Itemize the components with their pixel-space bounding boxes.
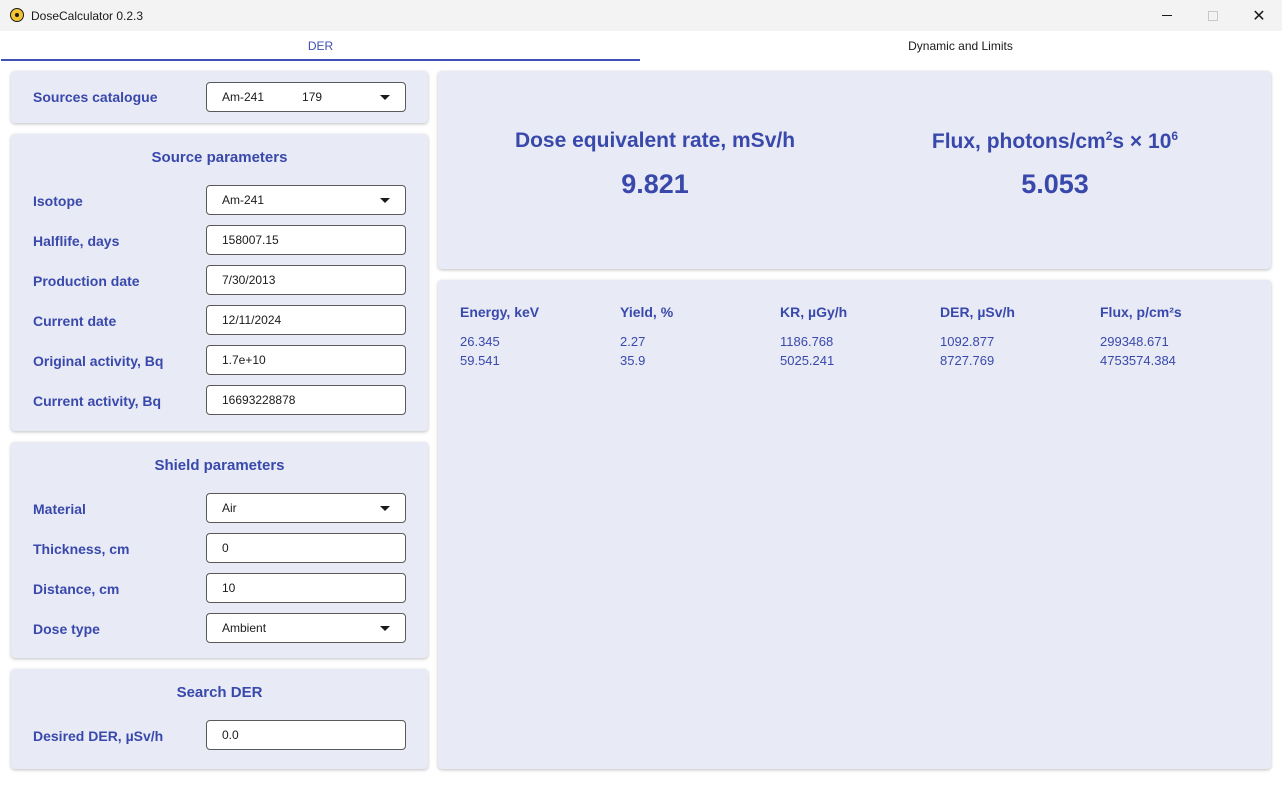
halflife-label: Halflife, days <box>33 233 120 249</box>
radiation-app-icon <box>10 8 24 22</box>
material-value: Air <box>222 501 237 515</box>
minimize-icon <box>1162 15 1172 16</box>
desired-der-input[interactable]: 0.0 <box>206 720 406 750</box>
current-activity-label: Current activity, Bq <box>33 393 162 409</box>
sources-catalogue-select[interactable]: Am-241 179 <box>206 82 406 112</box>
shield-parameters-title: Shield parameters <box>154 457 285 474</box>
der-label: Dose equivalent rate, mSv/h <box>514 129 796 152</box>
window-title: DoseCalculator 0.2.3 <box>31 9 144 23</box>
tab-der[interactable]: DER <box>1 31 640 61</box>
results-summary-card: Dose equivalent rate, mSv/h 9.821 Flux, … <box>438 71 1271 269</box>
desired-der-label: Desired DER, µSv/h <box>33 728 164 744</box>
distance-label: Distance, cm <box>33 581 120 597</box>
dose-type-select[interactable]: Ambient <box>206 613 406 643</box>
dose-type-value: Ambient <box>222 621 267 635</box>
results-table-card: Energy, keV Yield, % KR, µGy/h DER, µSv/… <box>438 280 1271 769</box>
maximize-button[interactable] <box>1190 0 1236 31</box>
sources-catalogue-label: Sources catalogue <box>33 89 158 105</box>
table-cell: 35.9 <box>620 353 646 368</box>
production-date-label: Production date <box>33 273 140 289</box>
sources-catalogue-card: Sources catalogue Am-241 179 <box>11 71 428 123</box>
material-select[interactable]: Air <box>206 493 406 523</box>
current-date-input[interactable]: 12/11/2024 <box>206 305 406 335</box>
halflife-input[interactable]: 158007.15 <box>206 225 406 255</box>
table-cell: 4753574.384 <box>1100 353 1176 368</box>
dose-type-label: Dose type <box>33 621 100 637</box>
flux-label: Flux, photons/cm2s × 106 <box>931 129 1179 153</box>
sources-catalogue-id: 179 <box>302 90 323 104</box>
minimize-button[interactable] <box>1144 0 1190 31</box>
sources-catalogue-value: Am-241 <box>222 90 265 104</box>
original-activity-input[interactable]: 1.7e+10 <box>206 345 406 375</box>
table-cell: 8727.769 <box>940 353 995 368</box>
flux-value: 5.053 <box>1021 169 1089 199</box>
thickness-input[interactable]: 0 <box>206 533 406 563</box>
isotope-label: Isotope <box>33 193 83 209</box>
table-cell: 2.27 <box>620 334 646 349</box>
distance-input[interactable]: 10 <box>206 573 406 603</box>
table-cell: 1092.877 <box>940 334 995 349</box>
original-activity-label: Original activity, Bq <box>33 353 164 369</box>
der-value: 9.821 <box>621 169 689 199</box>
table-cell: 5025.241 <box>780 353 835 368</box>
material-label: Material <box>33 501 86 517</box>
table-header-yield: Yield, % <box>620 304 674 320</box>
close-button[interactable]: ✕ <box>1236 0 1282 31</box>
isotope-value: Am-241 <box>222 193 265 207</box>
tab-dynamic-and-limits[interactable]: Dynamic and Limits <box>641 31 1280 61</box>
current-activity-input[interactable]: 16693228878 <box>206 385 406 415</box>
table-cell: 299348.671 <box>1100 334 1169 349</box>
table-header-kr: KR, µGy/h <box>780 304 848 320</box>
chevron-down-icon <box>380 198 390 203</box>
table-cell: 26.345 <box>460 334 500 349</box>
table-header-energy: Energy, keV <box>460 304 540 320</box>
title-bar: DoseCalculator 0.2.3 ✕ <box>0 0 1282 31</box>
chevron-down-icon <box>380 95 390 100</box>
table-cell: 1186.768 <box>780 334 834 349</box>
search-der-title: Search DER <box>176 684 263 701</box>
table-header-der: DER, µSv/h <box>940 304 1015 320</box>
table-header-flux: Flux, p/cm²s <box>1100 304 1182 320</box>
tab-bar: DER Dynamic and Limits <box>1 31 1281 61</box>
source-parameters-card: Source parameters Isotope Am-241 Halflif… <box>11 134 428 431</box>
thickness-label: Thickness, cm <box>33 541 130 557</box>
chevron-down-icon <box>380 506 390 511</box>
close-icon: ✕ <box>1252 7 1266 25</box>
current-date-label: Current date <box>33 313 117 329</box>
table-cell: 59.541 <box>460 353 500 368</box>
maximize-icon <box>1208 10 1218 21</box>
source-parameters-title: Source parameters <box>151 149 288 166</box>
production-date-input[interactable]: 7/30/2013 <box>206 265 406 295</box>
chevron-down-icon <box>380 626 390 631</box>
shield-parameters-card: Shield parameters Material Air Thickness… <box>11 442 428 658</box>
search-der-card: Search DER Desired DER, µSv/h 0.0 <box>11 669 428 769</box>
isotope-select[interactable]: Am-241 <box>206 185 406 215</box>
